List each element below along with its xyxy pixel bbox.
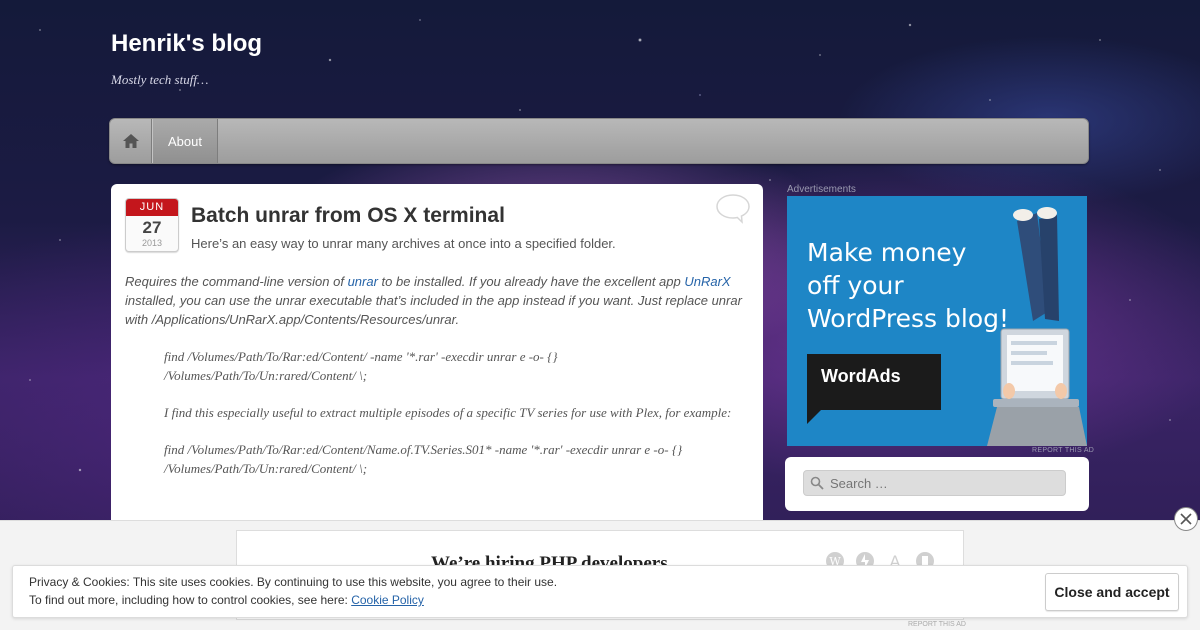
close-ad-button[interactable] (1174, 507, 1198, 531)
comment-bubble-icon[interactable] (715, 192, 751, 229)
cookie-text: Privacy & Cookies: This site uses cookie… (29, 573, 557, 609)
nav-home-button[interactable] (110, 119, 152, 163)
wordads-logo: WordAds (807, 354, 941, 410)
site-header: Henrik's blog Mostly tech stuff… (111, 30, 262, 88)
ad-report-link[interactable]: REPORT THIS AD (1032, 447, 1094, 454)
post-date-day: 27 (142, 218, 162, 237)
woman-laptop-illustration (987, 207, 1087, 446)
search-icon (810, 476, 824, 490)
sidebar-ad[interactable]: Make money off your WordPress blog! Word… (787, 196, 1087, 446)
ad-label: Advertisements (787, 184, 856, 195)
post-date-year: 2013 (141, 238, 163, 248)
cookie-text-line1: Privacy & Cookies: This site uses cookie… (29, 575, 558, 589)
post-paragraph: Requires the command-line version of unr… (125, 274, 742, 327)
nav-item-about[interactable]: About (152, 119, 218, 163)
bottom-ad-report-link[interactable]: REPORT THIS AD (908, 621, 966, 628)
site-description: Mostly tech stuff… (111, 72, 209, 87)
blog-post: JUN 27 2013 Batch unrar from OS X termin… (111, 184, 763, 544)
search-widget (785, 457, 1089, 511)
unrarx-link[interactable]: UnRarX (684, 274, 730, 289)
unrar-link[interactable]: unrar (348, 274, 378, 289)
cookie-text-line2: To find out more, including how to contr… (29, 593, 424, 607)
code-quote-2: find /Volumes/Path/To/Rar:ed/Content/Nam… (164, 442, 683, 476)
quote-paragraph: I find this especially useful to extract… (164, 405, 732, 420)
home-icon (122, 134, 139, 148)
search-input[interactable] (803, 470, 1066, 496)
post-date-month: JUN (126, 199, 178, 216)
code-quote-1: find /Volumes/Path/To/Rar:ed/Content/ -n… (164, 349, 558, 383)
post-date-badge: JUN 27 2013 (125, 198, 179, 252)
post-excerpt: Here’s an easy way to unrar many archive… (191, 236, 616, 251)
cookie-policy-link[interactable]: Cookie Policy (351, 593, 424, 607)
main-nav: About (109, 118, 1089, 164)
post-body: Requires the command-line version of unr… (125, 272, 751, 478)
close-and-accept-button[interactable]: Close and accept (1045, 573, 1179, 611)
cookie-banner: Privacy & Cookies: This site uses cookie… (12, 565, 1188, 618)
wordads-bubble-tail (807, 410, 821, 424)
post-title[interactable]: Batch unrar from OS X terminal (191, 204, 505, 228)
site-title[interactable]: Henrik's blog (111, 30, 262, 58)
close-icon (1180, 513, 1192, 525)
